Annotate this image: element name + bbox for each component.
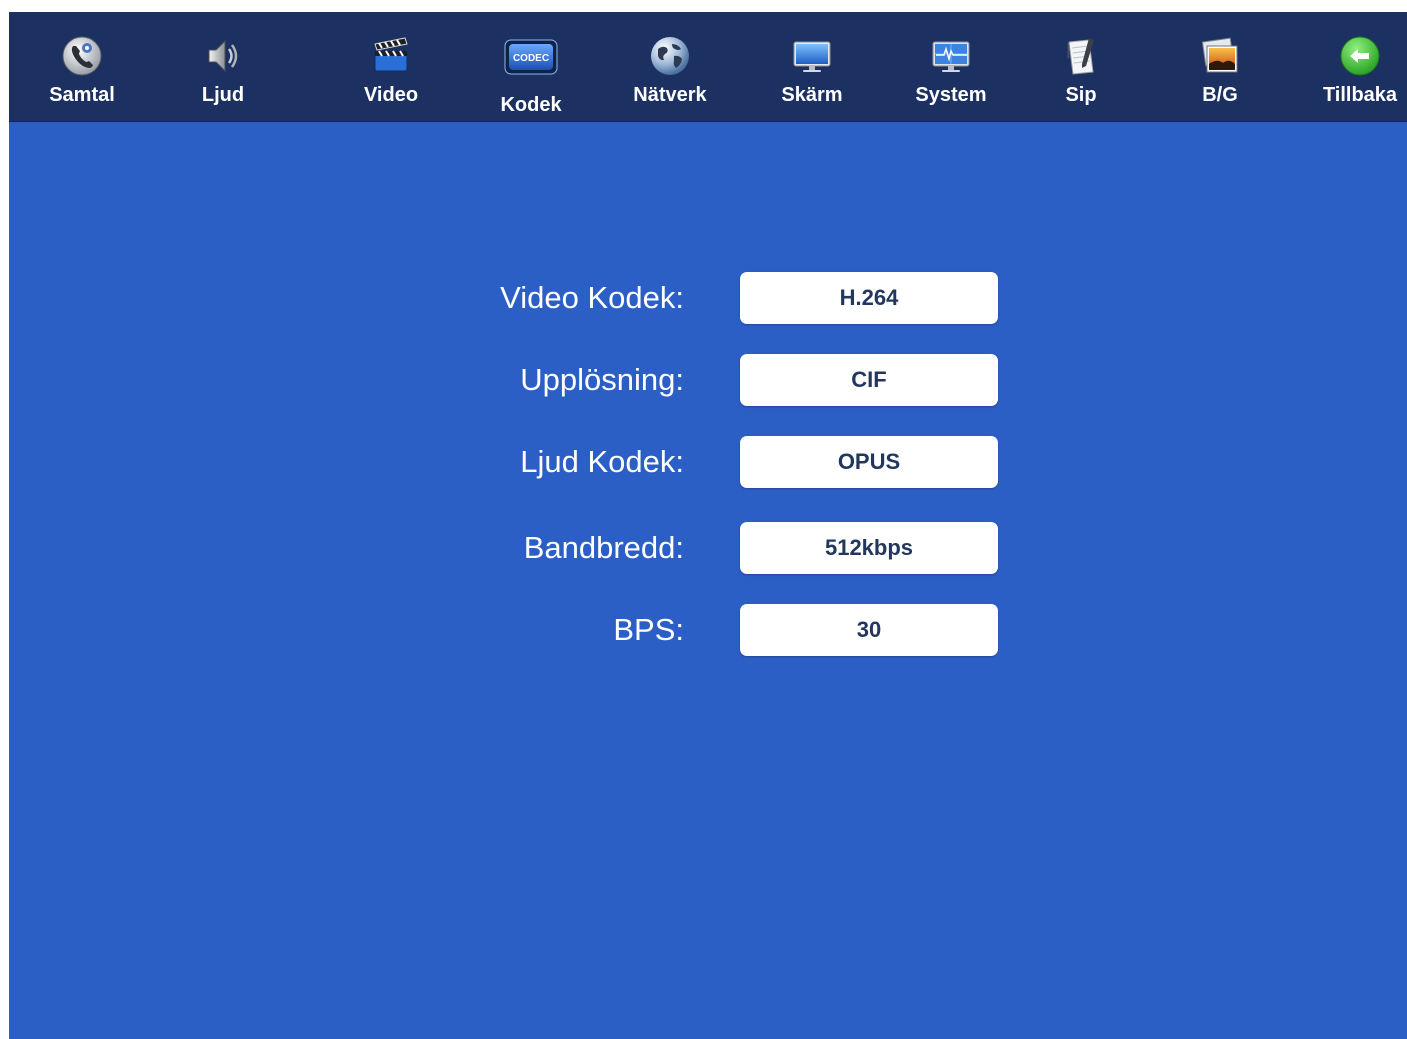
bps-field[interactable]: 30 bbox=[740, 604, 998, 656]
nav-label: Nätverk bbox=[633, 84, 707, 106]
back-arrow-icon bbox=[1338, 34, 1382, 78]
form-row-upplosning: Upplösning: CIF bbox=[9, 354, 1407, 406]
bps-label: BPS: bbox=[613, 612, 684, 647]
nav-label: Tillbaka bbox=[1322, 84, 1398, 106]
notepad-icon bbox=[1059, 34, 1103, 78]
form-row-bandbredd: Bandbredd: 512kbps bbox=[9, 522, 1407, 574]
phone-settings-icon bbox=[60, 34, 104, 78]
nav-label: Video bbox=[363, 84, 419, 106]
nav-item-ljud[interactable]: Ljud bbox=[168, 12, 278, 121]
video-kodek-value: H.264 bbox=[839, 285, 899, 310]
form-row-ljud-kodek: Ljud Kodek: OPUS bbox=[9, 436, 1407, 488]
ljud-kodek-field[interactable]: OPUS bbox=[740, 436, 998, 488]
globe-icon bbox=[648, 34, 692, 78]
codec-icon-text: CODEC bbox=[513, 53, 549, 64]
form-row-bps: BPS: 30 bbox=[9, 604, 1407, 656]
nav-item-bg[interactable]: B/G bbox=[1165, 12, 1275, 121]
bandbredd-field[interactable]: 512kbps bbox=[740, 522, 998, 574]
nav-label: Ljud bbox=[201, 84, 245, 106]
bandbredd-value: 512kbps bbox=[824, 535, 914, 560]
system-monitor-icon bbox=[929, 34, 973, 78]
upplosning-value: CIF bbox=[851, 367, 887, 392]
bps-value: 30 bbox=[856, 617, 882, 642]
app-window: Samtal Ljud Video CODEC Kodek Nätverk Sk… bbox=[9, 12, 1407, 1039]
video-kodek-label: Video Kodek: bbox=[500, 280, 684, 315]
nav-label: Samtal bbox=[49, 84, 115, 106]
background-image-icon bbox=[1198, 34, 1242, 78]
nav-label: System bbox=[915, 84, 987, 106]
monitor-icon bbox=[790, 34, 834, 78]
nav-label: Sip bbox=[1065, 84, 1097, 106]
nav-item-samtal[interactable]: Samtal bbox=[27, 12, 137, 121]
codec-icon: CODEC bbox=[504, 34, 558, 78]
nav-item-system[interactable]: System bbox=[896, 12, 1006, 121]
upplosning-label: Upplösning: bbox=[520, 362, 684, 397]
nav-item-natverk[interactable]: Nätverk bbox=[615, 12, 725, 121]
nav-item-sip[interactable]: Sip bbox=[1026, 12, 1136, 121]
ljud-kodek-label: Ljud Kodek: bbox=[520, 444, 684, 479]
video-kodek-field[interactable]: H.264 bbox=[740, 272, 998, 324]
nav-item-tillbaka[interactable]: Tillbaka bbox=[1305, 12, 1407, 121]
nav-item-skarm[interactable]: Skärm bbox=[757, 12, 867, 121]
upplosning-field[interactable]: CIF bbox=[740, 354, 998, 406]
bandbredd-label: Bandbredd: bbox=[523, 530, 684, 565]
nav-label: Kodek bbox=[500, 94, 562, 116]
nav-label: Skärm bbox=[781, 84, 843, 106]
clapperboard-icon bbox=[369, 34, 413, 78]
top-navigation-bar: Samtal Ljud Video CODEC Kodek Nätverk Sk… bbox=[9, 12, 1407, 122]
nav-item-kodek[interactable]: CODEC Kodek bbox=[476, 12, 586, 121]
speaker-icon bbox=[201, 34, 245, 78]
nav-item-video[interactable]: Video bbox=[336, 12, 446, 121]
form-row-video-kodek: Video Kodek: H.264 bbox=[9, 272, 1407, 324]
ljud-kodek-value: OPUS bbox=[837, 449, 901, 474]
nav-label: B/G bbox=[1202, 84, 1238, 106]
